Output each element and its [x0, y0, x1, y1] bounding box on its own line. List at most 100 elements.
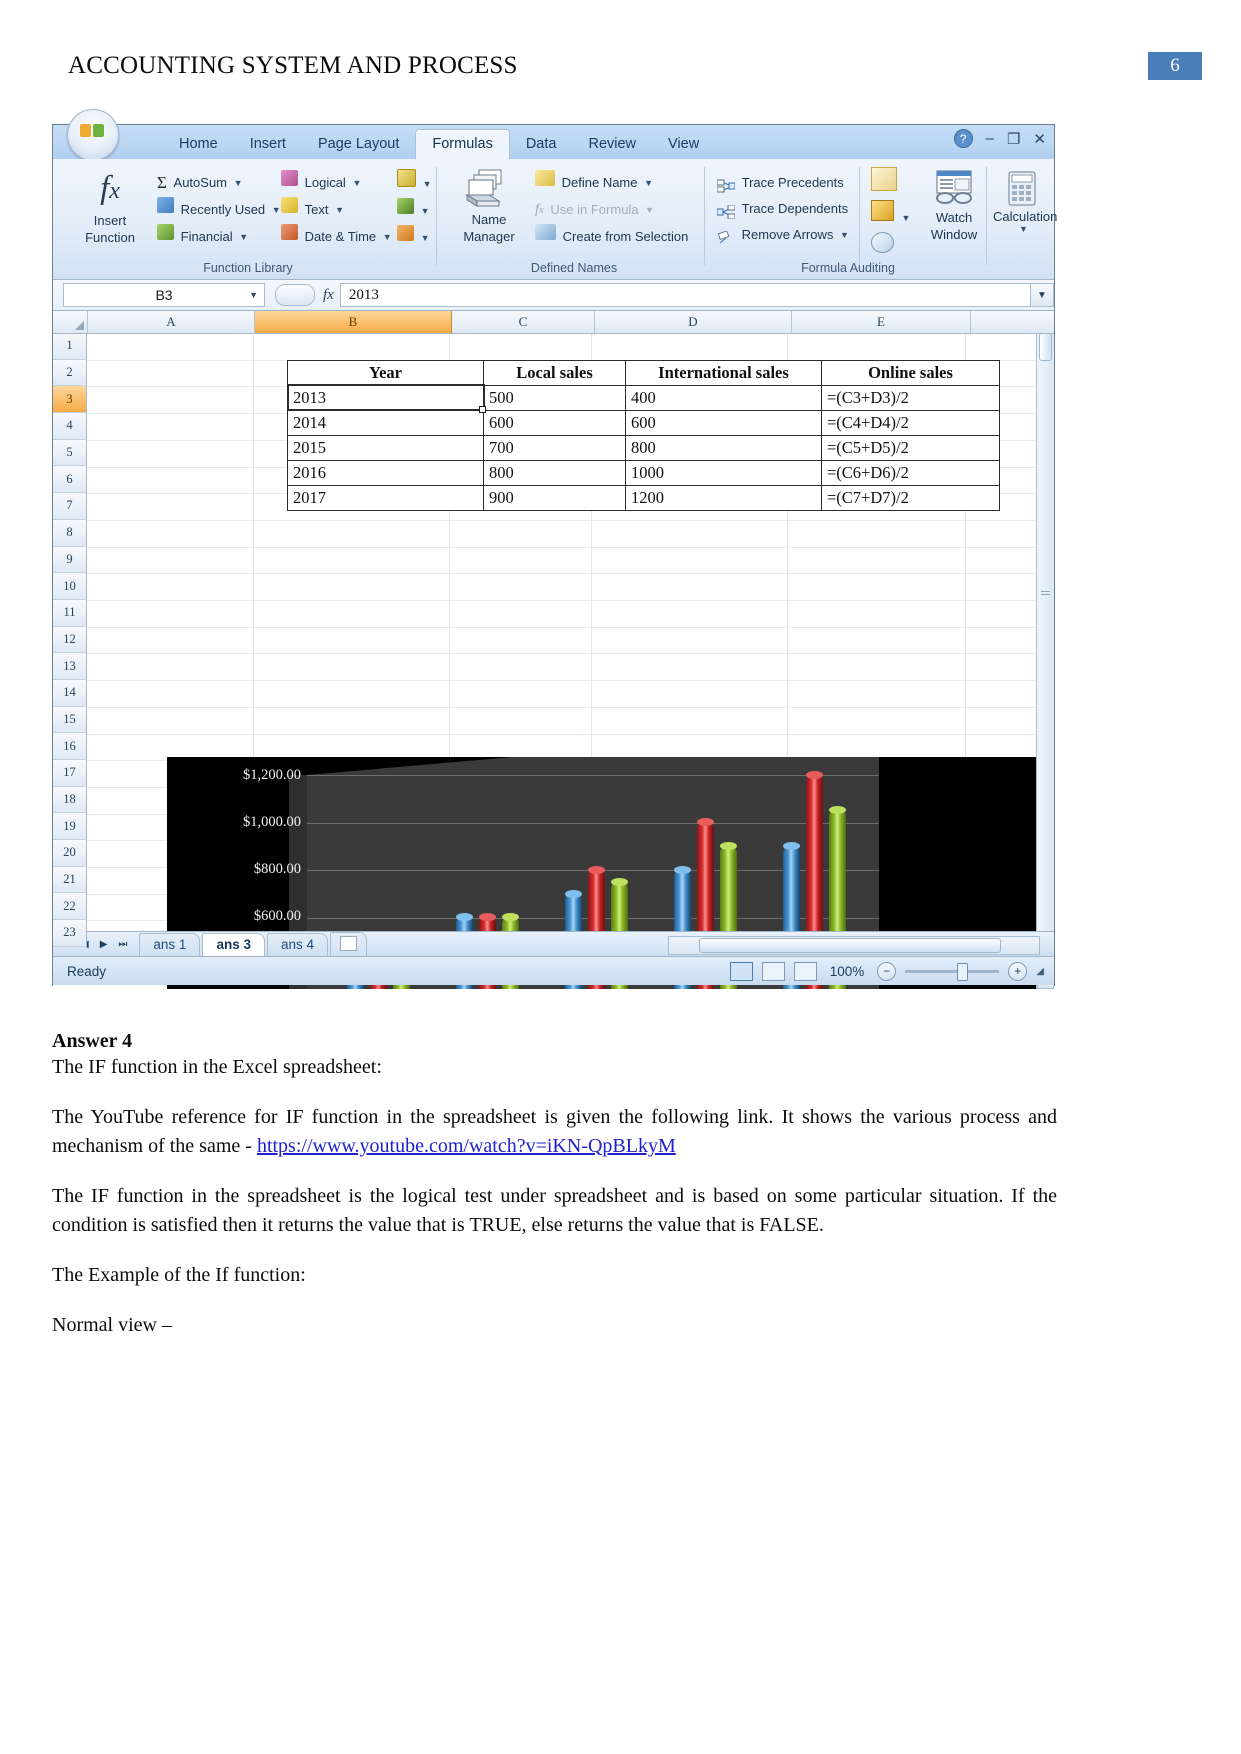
watch-window-button[interactable]: Watch Window [923, 169, 985, 243]
row-header-4[interactable]: 4 [53, 413, 87, 440]
sheet-tab-ans-4[interactable]: ans 4 [266, 932, 328, 956]
column-header-a[interactable]: A [88, 311, 255, 334]
zoom-out-icon[interactable]: − [877, 961, 897, 981]
vertical-scroll-thumb[interactable] [1039, 333, 1052, 361]
expand-formula-bar-icon[interactable]: ▼ [1030, 283, 1054, 307]
cell-d4[interactable]: 600 [625, 409, 822, 436]
normal-view-icon[interactable] [729, 961, 753, 981]
youtube-reference-link[interactable]: https://www.youtube.com/watch?v=iKN-QpBL… [257, 1135, 676, 1157]
row-header-16[interactable]: 16 [53, 733, 87, 760]
split-handle[interactable] [1041, 591, 1050, 597]
cell-c5[interactable]: 700 [483, 434, 626, 461]
horizontal-scrollbar[interactable] [668, 936, 1040, 955]
cell-d5[interactable]: 800 [625, 434, 822, 461]
table-row[interactable]: 2016 800 1000 =(C6+D6)/2 [287, 459, 1000, 486]
cell-b3[interactable]: 2013 [286, 384, 487, 414]
row-header-5[interactable]: 5 [53, 439, 87, 467]
row-header-11[interactable]: 11 [53, 599, 87, 627]
show-formulas-button[interactable] [871, 167, 910, 200]
column-header-e[interactable]: E [792, 311, 971, 334]
row-header-21[interactable]: 21 [53, 866, 87, 894]
math-trig-button[interactable]: ▼ [397, 224, 432, 251]
spreadsheet-grid[interactable]: A B C D E 1 2 3 4 5 6 7 8 9 10 11 12 13 … [53, 311, 1054, 989]
remove-arrows-button[interactable]: Remove Arrows ▼ [717, 221, 849, 248]
cell-b7[interactable]: 2017 [287, 484, 484, 511]
autosum-button[interactable]: Σ AutoSum ▼ [157, 169, 281, 196]
restore-icon[interactable]: ❐ [1007, 130, 1020, 148]
formula-bar-input[interactable]: 2013 [339, 283, 1030, 307]
row-header-19[interactable]: 19 [53, 813, 87, 841]
zoom-in-icon[interactable]: + [1008, 961, 1028, 981]
trace-precedents-button[interactable]: Trace Precedents [716, 169, 849, 195]
evaluate-formula-button[interactable] [871, 232, 910, 262]
cell-e7[interactable]: =(C7+D7)/2 [821, 484, 1000, 511]
cell-canvas[interactable]: Year Local sales International sales Onl… [87, 333, 1054, 989]
define-name-button[interactable]: Define Name ▼ [535, 169, 688, 196]
row-header-12[interactable]: 12 [53, 626, 87, 654]
cancel-enter-buttons[interactable] [275, 284, 315, 306]
table-row[interactable]: 2013 500 400 =(C3+D3)/2 [286, 384, 1000, 414]
cell-c3[interactable]: 500 [483, 384, 626, 411]
table-row[interactable]: 2014 600 600 =(C4+D4)/2 [287, 409, 1000, 436]
next-sheet-icon[interactable]: ▶ [100, 939, 108, 950]
cell-c6[interactable]: 800 [483, 459, 626, 486]
lookup-reference-button[interactable]: ▼ [397, 197, 432, 224]
tab-formulas[interactable]: Formulas [415, 129, 510, 159]
cell-b6[interactable]: 2016 [287, 459, 484, 486]
cell-d6[interactable]: 1000 [625, 459, 822, 486]
close-icon[interactable]: ✕ [1033, 130, 1046, 148]
page-layout-view-icon[interactable] [761, 961, 785, 981]
column-header-b[interactable]: B [255, 311, 452, 334]
insert-function-icon[interactable]: fx [323, 287, 334, 304]
sheet-tab-ans-1[interactable]: ans 1 [139, 932, 201, 956]
financial-button[interactable]: Financial ▼ [157, 223, 281, 250]
cell-e5[interactable]: =(C5+D5)/2 [821, 434, 1000, 461]
tab-data[interactable]: Data [510, 130, 573, 159]
minimize-icon[interactable]: – [986, 130, 994, 147]
cell-b4[interactable]: 2014 [287, 409, 484, 436]
error-checking-button[interactable]: ▼ [871, 200, 910, 232]
cell-c7[interactable]: 900 [483, 484, 626, 511]
row-header-13[interactable]: 13 [53, 653, 87, 680]
calculation-options-button[interactable]: Calculation ▼ [993, 169, 1057, 234]
column-header-c[interactable]: C [452, 311, 595, 334]
tab-page-layout[interactable]: Page Layout [302, 130, 415, 159]
cell-d3[interactable]: 400 [625, 384, 822, 411]
trace-dependents-button[interactable]: Trace Dependents [716, 195, 849, 221]
logical-button[interactable]: Logical ▼ [281, 169, 392, 196]
row-header-2[interactable]: 2 [53, 359, 87, 387]
row-header-15[interactable]: 15 [53, 706, 87, 734]
row-header-8[interactable]: 8 [53, 519, 87, 547]
table-row[interactable]: 2015 700 800 =(C5+D5)/2 [287, 434, 1000, 461]
cell-b5[interactable]: 2015 [287, 434, 484, 461]
cell-c4[interactable]: 600 [483, 409, 626, 436]
select-all-button[interactable] [53, 311, 88, 334]
table-row[interactable]: 2017 900 1200 =(C7+D7)/2 [287, 484, 1000, 511]
name-box[interactable]: B3 ▼ [63, 283, 265, 307]
office-button[interactable] [67, 109, 119, 161]
name-manager-button[interactable]: Name Manager [453, 167, 525, 245]
help-icon[interactable]: ? [953, 129, 973, 148]
more-functions-button[interactable]: ▼ [397, 169, 432, 197]
tab-review[interactable]: Review [572, 130, 652, 159]
create-from-selection-button[interactable]: Create from Selection [535, 223, 688, 249]
chevron-down-icon[interactable]: ▼ [249, 290, 258, 300]
tab-view[interactable]: View [652, 130, 715, 159]
cell-e3[interactable]: =(C3+D3)/2 [821, 384, 1000, 411]
horizontal-scroll-thumb[interactable] [699, 938, 1001, 953]
row-header-7[interactable]: 7 [53, 493, 87, 520]
column-header-d[interactable]: D [595, 311, 792, 334]
row-header-10[interactable]: 10 [53, 573, 87, 600]
date-time-button[interactable]: Date & Time ▼ [281, 223, 392, 250]
sheet-tab-ans-3[interactable]: ans 3 [202, 932, 265, 956]
row-header-9[interactable]: 9 [53, 546, 87, 574]
row-header-3[interactable]: 3 [53, 386, 87, 414]
insert-function-button[interactable]: fx Insert Function [73, 167, 147, 246]
data-table[interactable]: Year Local sales International sales Onl… [286, 359, 1000, 511]
insert-worksheet-button[interactable] [330, 931, 367, 957]
cell-e6[interactable]: =(C6+D6)/2 [821, 459, 1000, 486]
row-header-18[interactable]: 18 [53, 786, 87, 814]
row-header-23[interactable]: 23 [53, 920, 87, 947]
row-header-6[interactable]: 6 [53, 466, 87, 494]
zoom-slider[interactable] [905, 962, 1000, 981]
